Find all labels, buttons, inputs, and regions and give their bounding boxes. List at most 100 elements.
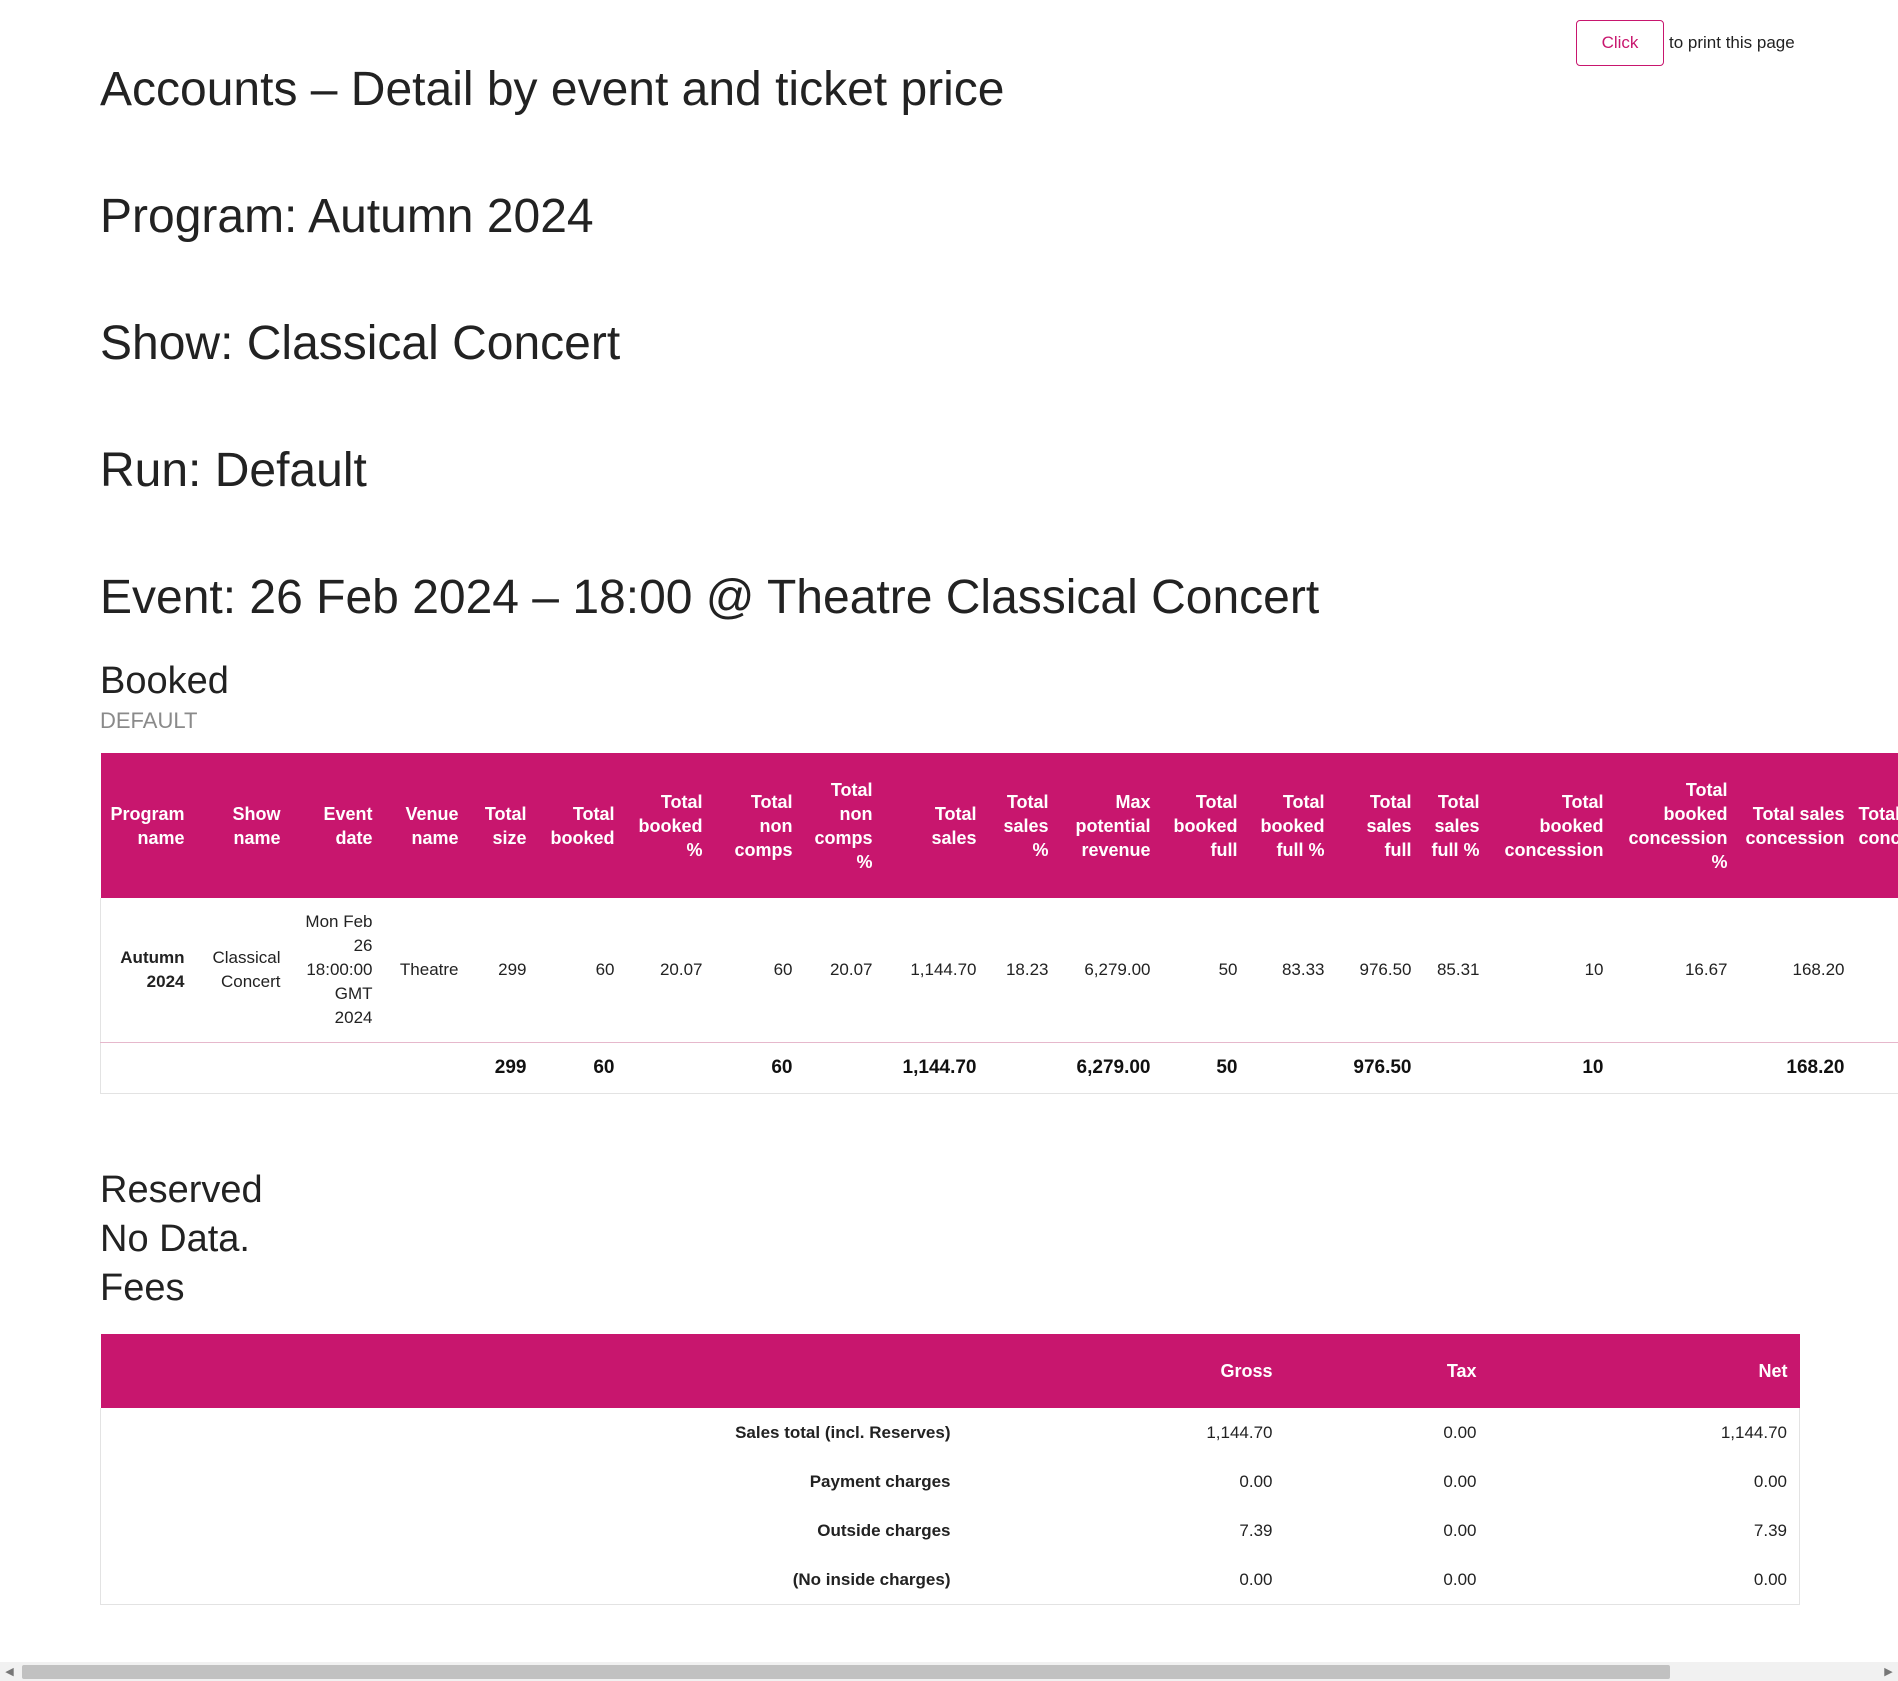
cell-program-name: Autumn 2024 xyxy=(100,898,195,1043)
col-total-booked-concession[interactable]: Total booked concession xyxy=(1489,753,1614,898)
cell-total-booked: 60 xyxy=(536,898,625,1043)
fees-heading: Fees xyxy=(100,1267,185,1309)
fees-row-net: 7.39 xyxy=(1488,1506,1800,1555)
fees-row-gross: 0.00 xyxy=(962,1555,1285,1605)
cell-max-potential-revenue: 6,279.00 xyxy=(1058,898,1161,1043)
total-sales-concession-sum: 168.20 xyxy=(1737,1042,1855,1094)
col-total-non-comps[interactable]: Total non comps xyxy=(712,753,803,898)
fees-row-gross: 7.39 xyxy=(1239,1520,1273,1540)
booked-header-row: Program name Show name Event date Venue … xyxy=(100,753,1898,898)
cell-total-booked-pct: 20.07 xyxy=(624,898,713,1043)
total-empty xyxy=(1247,1042,1335,1094)
fees-row-tax: 0.00 xyxy=(1284,1555,1489,1605)
cell-total-non-comps-pct: 20.07 xyxy=(802,898,883,1043)
total-size-sum: 299 xyxy=(468,1042,537,1094)
reserved-heading: Reserved xyxy=(100,1169,263,1211)
cell-total-booked-concession-pct: 16.67 xyxy=(1613,898,1738,1043)
col-venue-name[interactable]: Venue name xyxy=(382,753,469,898)
total-empty xyxy=(194,1042,291,1094)
fees-row-gross: 0.00 xyxy=(1239,1471,1273,1491)
total-empty xyxy=(986,1042,1059,1094)
program-heading: Program: Autumn 2024 xyxy=(100,190,594,243)
cell-total-sales-concession-2 xyxy=(1854,898,1898,1043)
fees-table-container: Gross Tax Net Sales total (incl. Reserve… xyxy=(100,1334,1800,1605)
total-empty xyxy=(802,1042,883,1094)
col-total-sales-full[interactable]: Total sales full xyxy=(1334,753,1422,898)
total-non-comps-sum: 60 xyxy=(712,1042,803,1094)
fees-row-label: (No inside charges) xyxy=(100,1555,963,1605)
col-show-name[interactable]: Show name xyxy=(194,753,291,898)
fees-row-label: Sales total (incl. Reserves) xyxy=(100,1408,963,1457)
booked-heading: Booked xyxy=(100,660,229,702)
print-button[interactable]: Click xyxy=(1576,20,1664,66)
fees-row-tax: 0.00 xyxy=(1443,1471,1477,1491)
col-total-booked-full[interactable]: Total booked full xyxy=(1160,753,1248,898)
scrollbar-thumb[interactable] xyxy=(22,1665,1670,1679)
horizontal-scrollbar[interactable]: ◀ ▶ xyxy=(0,1662,1898,1681)
table-row: Autumn 2024 Classical Concert Mon Feb 26… xyxy=(100,898,1898,1043)
fees-row-label: Outside charges xyxy=(100,1506,963,1555)
cell-total-sales-concession: 168.20 xyxy=(1737,898,1855,1043)
fees-row-net: 0.00 xyxy=(1488,1555,1800,1605)
table-row: (No inside charges) 0.00 0.00 0.00 xyxy=(100,1555,1800,1605)
cell-event-date: Mon Feb 26 18:00:00 GMT 2024 xyxy=(290,898,383,1043)
show-heading: Show: Classical Concert xyxy=(100,317,621,370)
fees-col-label xyxy=(100,1334,963,1408)
cell-total-sales-full-pct: 85.31 xyxy=(1421,898,1490,1043)
table-row: Outside charges 7.39 0.00 7.39 xyxy=(100,1506,1800,1555)
booked-table: Program name Show name Event date Venue … xyxy=(100,753,1898,1094)
col-total-sales-concession[interactable]: Total sales concession xyxy=(1737,753,1855,898)
cell-total-size: 299 xyxy=(468,898,537,1043)
col-max-potential-revenue[interactable]: Max potential revenue xyxy=(1058,753,1161,898)
max-potential-revenue-sum: 6,279.00 xyxy=(1058,1042,1161,1094)
total-booked-full-sum: 50 xyxy=(1160,1042,1248,1094)
total-booked-concession-sum: 10 xyxy=(1489,1042,1614,1094)
total-empty xyxy=(624,1042,713,1094)
table-row: Sales total (incl. Reserves) 1,144.70 0.… xyxy=(100,1408,1800,1457)
fees-row-tax: 0.00 xyxy=(1443,1422,1477,1442)
col-total-sales-pct[interactable]: Total sales % xyxy=(986,753,1059,898)
total-sales-sum: 1,144.70 xyxy=(882,1042,987,1094)
col-total-sales[interactable]: Total sales xyxy=(882,753,987,898)
fees-table: Gross Tax Net Sales total (incl. Reserve… xyxy=(100,1334,1800,1605)
fees-row-net: 0.00 xyxy=(1488,1457,1800,1506)
col-total-booked-pct[interactable]: Total booked % xyxy=(624,753,713,898)
cell-total-booked-concession: 10 xyxy=(1489,898,1614,1043)
print-area: Click to print this page xyxy=(1576,20,1795,66)
col-total-sales-full-pct[interactable]: Total sales full % xyxy=(1421,753,1490,898)
col-total-sales-concession-2[interactable]: Total sales concession xyxy=(1854,753,1898,898)
cell-total-sales-pct: 18.23 xyxy=(986,898,1059,1043)
booked-subtitle: DEFAULT xyxy=(100,708,198,733)
col-total-size[interactable]: Total size xyxy=(468,753,537,898)
fees-col-tax: Tax xyxy=(1284,1334,1489,1408)
total-empty xyxy=(382,1042,469,1094)
col-program-name[interactable]: Program name xyxy=(100,753,195,898)
run-heading: Run: Default xyxy=(100,444,367,497)
fees-row-label: Payment charges xyxy=(100,1457,963,1506)
cell-show-name: Classical Concert xyxy=(194,898,291,1043)
scroll-right-icon[interactable]: ▶ xyxy=(1879,1662,1898,1681)
page-title: Accounts – Detail by event and ticket pr… xyxy=(100,63,1005,116)
scroll-left-icon[interactable]: ◀ xyxy=(0,1662,19,1681)
total-empty xyxy=(1854,1042,1898,1094)
total-empty xyxy=(1613,1042,1738,1094)
table-row: Payment charges 0.00 0.00 0.00 xyxy=(100,1457,1800,1506)
fees-row-tax: 0.00 xyxy=(1443,1520,1477,1540)
total-booked-sum: 60 xyxy=(536,1042,625,1094)
total-empty xyxy=(290,1042,383,1094)
cell-total-non-comps: 60 xyxy=(712,898,803,1043)
event-heading: Event: 26 Feb 2024 – 18:00 @ Theatre Cla… xyxy=(100,571,1320,624)
fees-col-net: Net xyxy=(1488,1334,1800,1408)
fees-row-net: 1,144.70 xyxy=(1488,1408,1800,1457)
col-total-booked[interactable]: Total booked xyxy=(536,753,625,898)
col-total-booked-concession-pct[interactable]: Total booked concession % xyxy=(1613,753,1738,898)
totals-row: 299 60 60 1,144.70 6,279.00 50 976.50 10… xyxy=(100,1042,1898,1094)
col-total-booked-full-pct[interactable]: Total booked full % xyxy=(1247,753,1335,898)
total-empty xyxy=(1421,1042,1490,1094)
cell-total-booked-full-pct: 83.33 xyxy=(1247,898,1335,1043)
col-event-date[interactable]: Event date xyxy=(290,753,383,898)
total-empty xyxy=(100,1042,195,1094)
booked-table-container[interactable]: Program name Show name Event date Venue … xyxy=(100,753,1898,1094)
reserved-no-data: No Data. xyxy=(100,1218,250,1260)
col-total-non-comps-pct[interactable]: Total non comps % xyxy=(802,753,883,898)
